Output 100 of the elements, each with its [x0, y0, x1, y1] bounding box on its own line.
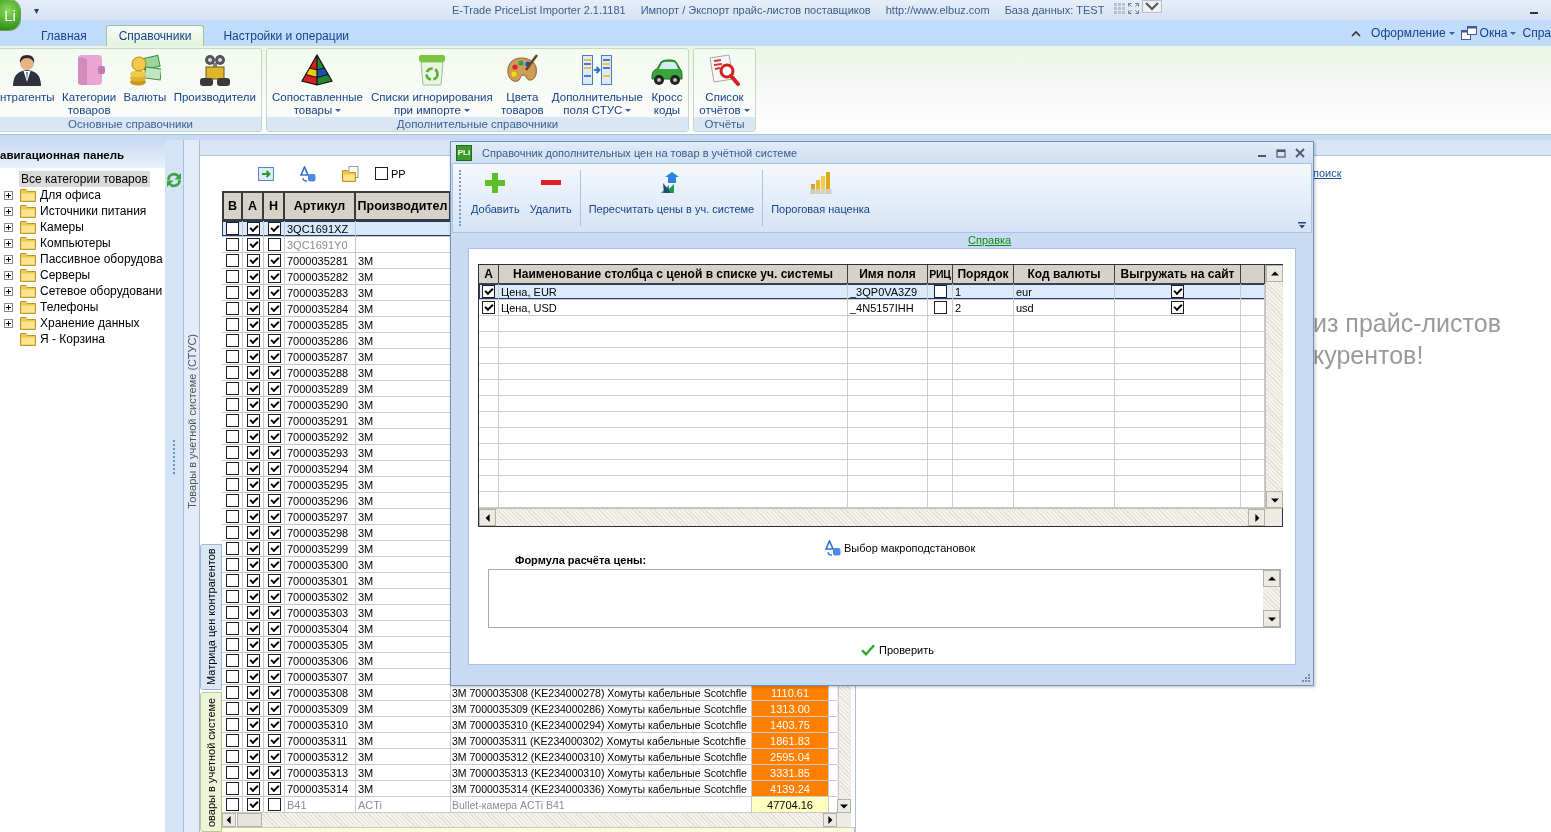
ribbon-tab[interactable]: Справочники — [105, 25, 205, 46]
ribbon-tab[interactable]: Настройки и операции — [210, 25, 363, 46]
menu-button[interactable]: Окна — [1460, 26, 1517, 40]
checkbox[interactable] — [225, 590, 239, 603]
ribbon-button[interactable]: Цвета товаров — [500, 52, 544, 117]
expand-icon[interactable] — [4, 222, 13, 232]
tree-item[interactable]: Сетевое оборудовани — [38, 283, 165, 299]
checkbox[interactable] — [267, 350, 281, 363]
collapse-ribbon-icon[interactable] — [1351, 29, 1362, 37]
tree-item[interactable]: Все категории товаров — [19, 171, 150, 187]
expand-icon[interactable] — [4, 254, 13, 264]
checkbox[interactable] — [225, 318, 239, 331]
checkbox[interactable] — [225, 782, 239, 795]
checkbox[interactable] — [267, 670, 281, 683]
checkbox[interactable] — [225, 494, 239, 507]
checkbox[interactable] — [267, 366, 281, 379]
checkbox[interactable] — [225, 718, 239, 731]
quick-access-button[interactable]: ▾ — [31, 4, 41, 16]
checkbox[interactable] — [267, 382, 281, 395]
checkbox[interactable] — [267, 702, 281, 715]
checkbox[interactable] — [246, 478, 260, 491]
expand-icon[interactable] — [4, 238, 13, 248]
checkbox[interactable] — [267, 590, 281, 603]
checkbox[interactable] — [246, 446, 260, 459]
checkbox[interactable] — [375, 167, 388, 180]
checkbox[interactable] — [267, 238, 281, 251]
table-row[interactable]: 7000035313 3M 3M 7000035313 (KE234000310) Хомуты кабельные Scotchfle 3331.85 — [222, 765, 837, 781]
ribbon-button[interactable]: Списки игнорирования при импорте — [371, 52, 493, 117]
checkbox[interactable] — [267, 302, 281, 315]
column-header[interactable]: В — [222, 193, 243, 219]
checkbox[interactable] — [225, 510, 239, 523]
scroll-down-button[interactable] — [837, 799, 851, 813]
tree-item[interactable]: Серверы — [38, 267, 93, 283]
checkbox[interactable] — [225, 222, 239, 235]
checkbox[interactable] — [225, 734, 239, 747]
checkbox[interactable] — [246, 638, 260, 651]
splitter-handle[interactable] — [173, 440, 175, 474]
checkbox[interactable] — [267, 478, 281, 491]
checkbox[interactable] — [267, 718, 281, 731]
ribbon-button[interactable]: Валюты — [123, 52, 167, 104]
tree-item[interactable]: Хранение данных — [38, 315, 142, 331]
ribbon-button[interactable]: нтрагенты — [0, 52, 55, 104]
checkbox[interactable] — [246, 398, 260, 411]
checkbox[interactable] — [246, 766, 260, 779]
expand-icon[interactable] — [4, 318, 13, 328]
checkbox[interactable] — [267, 254, 281, 267]
checkbox[interactable] — [246, 606, 260, 619]
tree-item[interactable]: Телефоны — [38, 299, 101, 315]
checkbox[interactable] — [225, 414, 239, 427]
ribbon-button[interactable]: Дополнительные поля СТУС — [551, 52, 643, 117]
checkbox[interactable] — [225, 702, 239, 715]
column-header[interactable]: Артикул — [285, 193, 356, 219]
checkbox[interactable] — [267, 222, 281, 235]
checkbox[interactable] — [267, 750, 281, 763]
checkbox[interactable] — [225, 750, 239, 763]
column-header[interactable]: Порядок — [953, 265, 1014, 283]
checkbox[interactable] — [246, 750, 260, 763]
checkbox[interactable] — [267, 686, 281, 699]
checkbox[interactable] — [225, 798, 239, 811]
table-row[interactable]: 7000035311 3M 3M 7000035311 (KE234000302) Хомуты кабельные Scotchfle 1861.83 — [222, 733, 837, 749]
expand-icon[interactable] — [4, 190, 13, 200]
table-row[interactable]: 7000035310 3M 3M 7000035310 (KE234000294) Хомуты кабельные Scotchfle 1403.75 — [222, 717, 837, 733]
checkbox[interactable] — [225, 542, 239, 555]
checkbox[interactable] — [246, 798, 260, 811]
checkbox[interactable] — [225, 398, 239, 411]
checkbox[interactable] — [246, 462, 260, 475]
swap-icon[interactable] — [300, 165, 316, 182]
tree-item[interactable]: Я - Корзина — [38, 331, 108, 347]
checkbox[interactable] — [225, 462, 239, 475]
checkbox[interactable] — [225, 446, 239, 459]
checkbox[interactable] — [225, 766, 239, 779]
expand-icon[interactable] — [4, 270, 13, 280]
checkbox[interactable] — [267, 622, 281, 635]
checkbox[interactable] — [246, 382, 260, 395]
checkbox[interactable] — [225, 670, 239, 683]
scroll-up-button[interactable] — [1266, 265, 1283, 282]
scroll-right-button[interactable] — [823, 813, 837, 827]
expand-icon[interactable] — [4, 302, 13, 312]
table-row[interactable]: Цена, EUR _3QP0VA3Z9 1 eur — [479, 284, 1265, 300]
checkbox[interactable] — [246, 542, 260, 555]
checkbox[interactable] — [482, 285, 495, 298]
checkbox[interactable] — [246, 782, 260, 795]
checkbox[interactable] — [267, 638, 281, 651]
checkbox[interactable] — [267, 398, 281, 411]
checkbox[interactable] — [225, 558, 239, 571]
checkbox[interactable] — [246, 414, 260, 427]
checkbox[interactable] — [225, 366, 239, 379]
checkbox[interactable] — [246, 318, 260, 331]
ribbon-button[interactable]: Категории товаров — [62, 52, 117, 117]
checkbox[interactable] — [246, 238, 260, 251]
checkbox[interactable] — [267, 510, 281, 523]
ribbon-button[interactable]: Сопоставленные товары — [272, 52, 363, 117]
checkbox[interactable] — [225, 238, 239, 251]
ribbon-button[interactable]: Производители — [173, 52, 256, 104]
checkbox[interactable] — [246, 510, 260, 523]
checkbox[interactable] — [267, 462, 281, 475]
side-tab[interactable]: Матрица цен контрагентов — [200, 544, 222, 690]
checkbox[interactable] — [267, 782, 281, 795]
toolbar-button[interactable]: Пересчитать цены в уч. системе — [586, 164, 757, 232]
menu-button[interactable]: Оформление — [1371, 26, 1455, 40]
